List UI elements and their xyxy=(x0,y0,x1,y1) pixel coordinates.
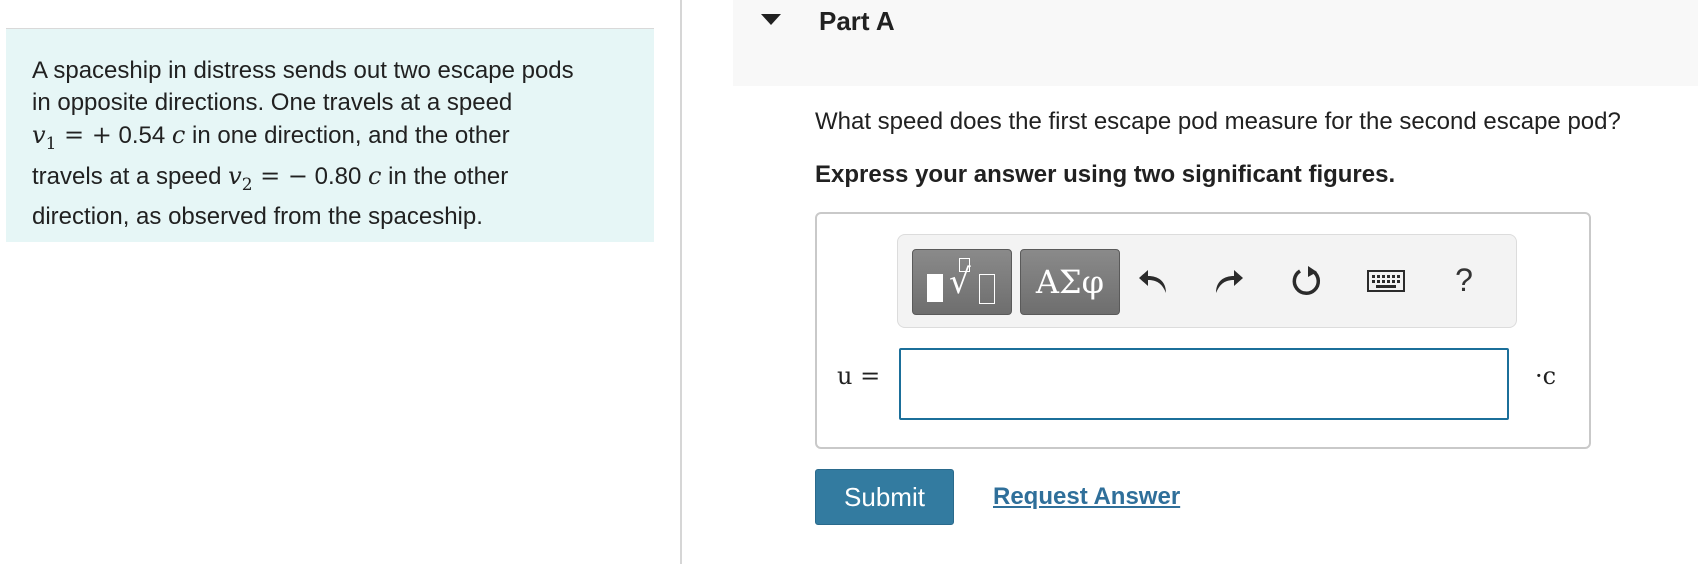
answer-input[interactable] xyxy=(899,348,1509,420)
problem-pane: A spaceship in distress sends out two es… xyxy=(0,0,680,564)
part-title: Part A xyxy=(819,6,895,36)
problem-line-2: in opposite directions. One travels at a… xyxy=(32,89,513,116)
v1-value: 0.54 xyxy=(111,122,172,149)
symbols-label: ΑΣφ xyxy=(1035,263,1105,301)
problem-line-4-rest: in the other xyxy=(381,162,509,190)
v1-symbol: v xyxy=(32,121,46,149)
v1-sign: + xyxy=(91,121,112,149)
v1-equals: = xyxy=(56,121,92,149)
pane-divider xyxy=(680,0,682,564)
v2-equals: = xyxy=(252,161,288,190)
unit-label: ·c xyxy=(1535,362,1557,390)
reset-button[interactable] xyxy=(1288,263,1324,299)
v1-subscript: 1 xyxy=(45,133,57,154)
symbols-button[interactable]: ΑΣφ xyxy=(1020,249,1120,315)
keyboard-icon xyxy=(1367,270,1405,292)
problem-line-3-rest: in one direction, and the other xyxy=(185,122,510,149)
keyboard-button[interactable] xyxy=(1366,263,1405,299)
problem-text: A spaceship in distress sends out two es… xyxy=(32,55,642,233)
v2-c: c xyxy=(368,161,382,190)
reset-icon xyxy=(1292,266,1321,295)
problem-line-4: travels at a speed v2 = − 0.80 c in the … xyxy=(32,160,642,201)
caret-down-icon[interactable] xyxy=(761,14,781,25)
instruction-text: Express your answer using two significan… xyxy=(815,161,1396,188)
help-icon: ? xyxy=(1455,262,1473,298)
v2-symbol: v xyxy=(228,161,242,190)
problem-line-4-start: travels at a speed xyxy=(32,162,229,190)
v1-c: c xyxy=(171,121,186,149)
question-text: What speed does the first escape pod mea… xyxy=(815,108,1621,135)
redo-button[interactable] xyxy=(1210,263,1246,299)
v2-value: 0.80 xyxy=(308,162,369,190)
templates-button[interactable]: √ xyxy=(912,249,1012,315)
submit-button[interactable]: Submit xyxy=(815,469,954,525)
redo-icon xyxy=(1216,270,1243,293)
undo-icon xyxy=(1139,270,1166,293)
math-toolbar: √ ΑΣφ ? xyxy=(897,234,1517,328)
problem-line-1: A spaceship in distress sends out two es… xyxy=(32,57,574,84)
v2-sign: − xyxy=(287,161,308,190)
problem-line-5: direction, as observed from the spaceshi… xyxy=(32,202,483,230)
variable-label: u = xyxy=(837,362,881,390)
help-button[interactable]: ? xyxy=(1446,257,1482,303)
undo-button[interactable] xyxy=(1136,263,1172,299)
request-answer-link[interactable]: Request Answer xyxy=(993,480,1180,514)
answer-box: √ ΑΣφ ? u = ·c xyxy=(815,212,1591,449)
problem-statement-box: A spaceship in distress sends out two es… xyxy=(6,29,654,242)
problem-line-3: v1 = + 0.54 c in one direction, and the … xyxy=(32,119,642,160)
v2-subscript: 2 xyxy=(241,174,253,195)
part-header[interactable]: Part A xyxy=(733,0,1698,86)
